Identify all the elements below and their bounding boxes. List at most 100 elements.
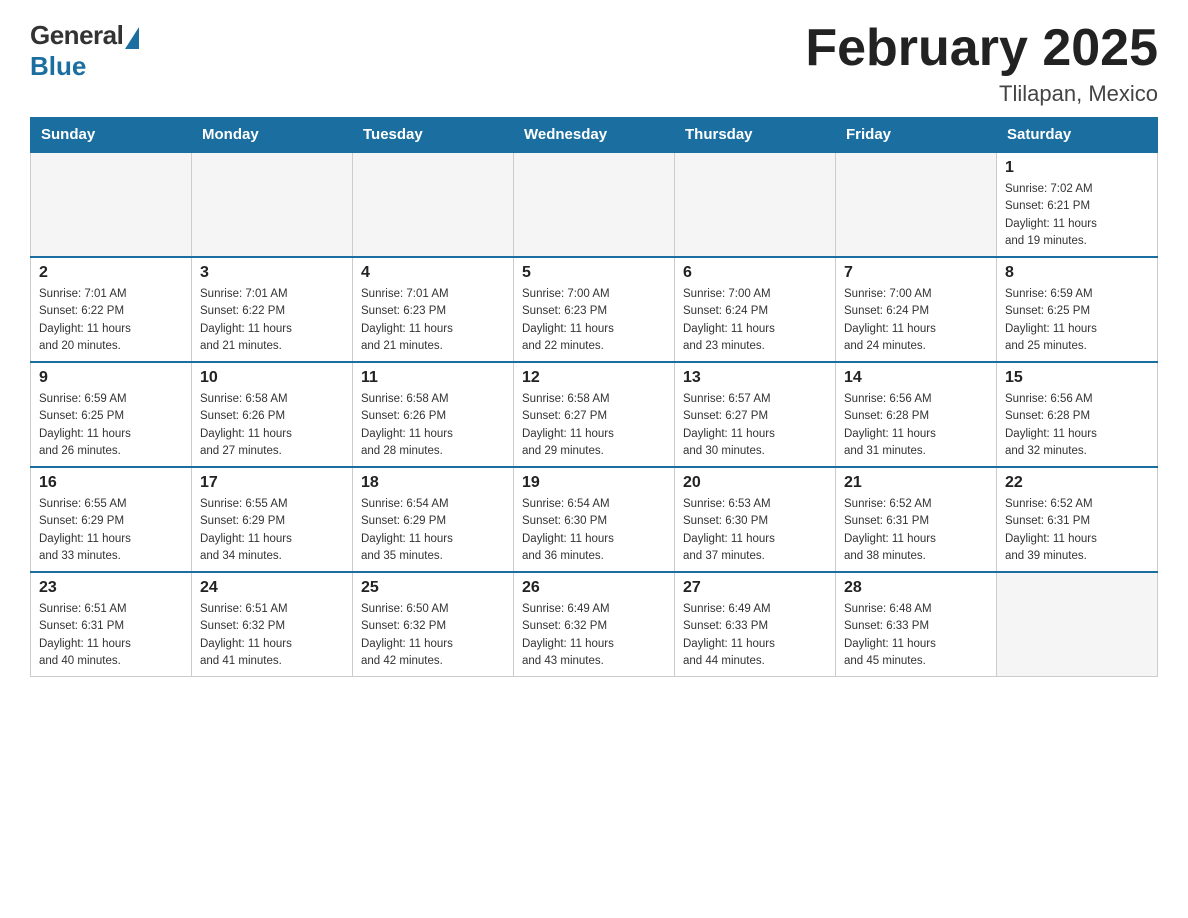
calendar-cell: 10Sunrise: 6:58 AM Sunset: 6:26 PM Dayli… [192, 362, 353, 467]
day-number: 19 [522, 474, 666, 492]
day-info: Sunrise: 6:56 AM Sunset: 6:28 PM Dayligh… [1005, 391, 1149, 460]
day-info: Sunrise: 6:55 AM Sunset: 6:29 PM Dayligh… [39, 496, 183, 565]
weekday-header-friday: Friday [836, 118, 997, 153]
logo: General Blue [30, 20, 139, 82]
calendar-cell: 12 Sunrise: 6:58 AM Sunset: 6:27 PM Dayli… [514, 362, 675, 467]
day-info: Sunrise: 7:01 AM Sunset: 6:22 PM Dayligh… [200, 286, 344, 355]
calendar-week-3: 16 Sunrise: 6:55 AM Sunset: 6:29 PM Dayli… [31, 467, 1158, 572]
day-info: Sunrise: 7:00 AM Sunset: 6:24 PM Dayligh… [683, 286, 827, 355]
day-info: Sunrise: 6:53 AM Sunset: 6:30 PM Dayligh… [683, 496, 827, 565]
calendar-cell [514, 152, 675, 257]
day-number: 11 [361, 369, 505, 387]
calendar-cell: 20 Sunrise: 6:53 AM Sunset: 6:30 PM Dayli… [675, 467, 836, 572]
day-number: 18 [361, 474, 505, 492]
calendar-cell: 11 Sunrise: 6:58 AM Sunset: 6:26 PM Dayli… [353, 362, 514, 467]
calendar-cell: 24 Sunrise: 6:51 AM Sunset: 6:32 PM Dayli… [192, 572, 353, 677]
day-number: 4 [361, 264, 505, 282]
calendar-cell: 6 Sunrise: 7:00 AM Sunset: 6:24 PM Daylig… [675, 257, 836, 362]
calendar-cell: 9Sunrise: 6:59 AM Sunset: 6:25 PM Daylig… [31, 362, 192, 467]
calendar-cell: 1 Sunrise: 7:02 AM Sunset: 6:21 PM Daylig… [997, 152, 1158, 257]
calendar-week-4: 23 Sunrise: 6:51 AM Sunset: 6:31 PM Dayli… [31, 572, 1158, 677]
calendar-cell: 25Sunrise: 6:50 AM Sunset: 6:32 PM Dayli… [353, 572, 514, 677]
day-info: Sunrise: 6:56 AM Sunset: 6:28 PM Dayligh… [844, 391, 988, 460]
calendar-cell: 18 Sunrise: 6:54 AM Sunset: 6:29 PM Dayli… [353, 467, 514, 572]
day-info: Sunrise: 6:49 AM Sunset: 6:32 PM Dayligh… [522, 601, 666, 670]
day-number: 13 [683, 369, 827, 387]
weekday-header-tuesday: Tuesday [353, 118, 514, 153]
day-info: Sunrise: 6:57 AM Sunset: 6:27 PM Dayligh… [683, 391, 827, 460]
weekday-header-wednesday: Wednesday [514, 118, 675, 153]
weekday-header-sunday: Sunday [31, 118, 192, 153]
calendar-table: SundayMondayTuesdayWednesdayThursdayFrid… [30, 117, 1158, 677]
day-number: 12 [522, 369, 666, 387]
calendar-week-1: 2 Sunrise: 7:01 AM Sunset: 6:22 PM Daylig… [31, 257, 1158, 362]
day-number: 16 [39, 474, 183, 492]
day-number: 23 [39, 579, 183, 597]
day-number: 22 [1005, 474, 1149, 492]
calendar-week-2: 9Sunrise: 6:59 AM Sunset: 6:25 PM Daylig… [31, 362, 1158, 467]
day-number: 5 [522, 264, 666, 282]
day-number: 8 [1005, 264, 1149, 282]
day-info: Sunrise: 6:54 AM Sunset: 6:29 PM Dayligh… [361, 496, 505, 565]
day-number: 7 [844, 264, 988, 282]
calendar-cell: 2 Sunrise: 7:01 AM Sunset: 6:22 PM Daylig… [31, 257, 192, 362]
calendar-cell: 23 Sunrise: 6:51 AM Sunset: 6:31 PM Dayli… [31, 572, 192, 677]
calendar-cell: 8 Sunrise: 6:59 AM Sunset: 6:25 PM Daylig… [997, 257, 1158, 362]
weekday-header-monday: Monday [192, 118, 353, 153]
day-info: Sunrise: 6:59 AM Sunset: 6:25 PM Dayligh… [1005, 286, 1149, 355]
day-number: 2 [39, 264, 183, 282]
calendar-cell: 4Sunrise: 7:01 AM Sunset: 6:23 PM Daylig… [353, 257, 514, 362]
day-number: 6 [683, 264, 827, 282]
day-info: Sunrise: 6:58 AM Sunset: 6:27 PM Dayligh… [522, 391, 666, 460]
day-info: Sunrise: 6:59 AM Sunset: 6:25 PM Dayligh… [39, 391, 183, 460]
logo-blue-text: Blue [30, 51, 86, 82]
day-info: Sunrise: 6:54 AM Sunset: 6:30 PM Dayligh… [522, 496, 666, 565]
calendar-cell: 17Sunrise: 6:55 AM Sunset: 6:29 PM Dayli… [192, 467, 353, 572]
logo-general-text: General [30, 20, 123, 51]
calendar-cell: 16 Sunrise: 6:55 AM Sunset: 6:29 PM Dayli… [31, 467, 192, 572]
day-info: Sunrise: 7:00 AM Sunset: 6:23 PM Dayligh… [522, 286, 666, 355]
day-info: Sunrise: 6:58 AM Sunset: 6:26 PM Dayligh… [361, 391, 505, 460]
calendar-cell [675, 152, 836, 257]
day-number: 27 [683, 579, 827, 597]
day-number: 15 [1005, 369, 1149, 387]
day-info: Sunrise: 6:55 AM Sunset: 6:29 PM Dayligh… [200, 496, 344, 565]
day-number: 24 [200, 579, 344, 597]
calendar-cell: 14 Sunrise: 6:56 AM Sunset: 6:28 PM Dayli… [836, 362, 997, 467]
calendar-cell: 26 Sunrise: 6:49 AM Sunset: 6:32 PM Dayli… [514, 572, 675, 677]
day-info: Sunrise: 6:58 AM Sunset: 6:26 PM Dayligh… [200, 391, 344, 460]
day-info: Sunrise: 7:02 AM Sunset: 6:21 PM Dayligh… [1005, 181, 1149, 250]
day-number: 28 [844, 579, 988, 597]
day-info: Sunrise: 6:52 AM Sunset: 6:31 PM Dayligh… [1005, 496, 1149, 565]
calendar-cell [836, 152, 997, 257]
day-info: Sunrise: 6:48 AM Sunset: 6:33 PM Dayligh… [844, 601, 988, 670]
page-header: General Blue February 2025 Tlilapan, Mex… [30, 20, 1158, 107]
day-number: 14 [844, 369, 988, 387]
day-number: 25 [361, 579, 505, 597]
day-info: Sunrise: 6:51 AM Sunset: 6:31 PM Dayligh… [39, 601, 183, 670]
day-info: Sunrise: 6:51 AM Sunset: 6:32 PM Dayligh… [200, 601, 344, 670]
calendar-cell [353, 152, 514, 257]
weekday-header-thursday: Thursday [675, 118, 836, 153]
calendar-cell: 7 Sunrise: 7:00 AM Sunset: 6:24 PM Daylig… [836, 257, 997, 362]
calendar-cell [997, 572, 1158, 677]
day-number: 26 [522, 579, 666, 597]
day-info: Sunrise: 7:00 AM Sunset: 6:24 PM Dayligh… [844, 286, 988, 355]
location: Tlilapan, Mexico [805, 81, 1158, 107]
calendar-cell: 27 Sunrise: 6:49 AM Sunset: 6:33 PM Dayli… [675, 572, 836, 677]
day-info: Sunrise: 6:49 AM Sunset: 6:33 PM Dayligh… [683, 601, 827, 670]
calendar-cell [31, 152, 192, 257]
weekday-row: SundayMondayTuesdayWednesdayThursdayFrid… [31, 118, 1158, 153]
month-title: February 2025 [805, 20, 1158, 77]
day-number: 1 [1005, 159, 1149, 177]
weekday-header-saturday: Saturday [997, 118, 1158, 153]
day-number: 3 [200, 264, 344, 282]
calendar-cell: 19 Sunrise: 6:54 AM Sunset: 6:30 PM Dayli… [514, 467, 675, 572]
calendar-week-0: 1 Sunrise: 7:02 AM Sunset: 6:21 PM Daylig… [31, 152, 1158, 257]
day-info: Sunrise: 6:52 AM Sunset: 6:31 PM Dayligh… [844, 496, 988, 565]
calendar-cell: 15 Sunrise: 6:56 AM Sunset: 6:28 PM Dayli… [997, 362, 1158, 467]
day-number: 20 [683, 474, 827, 492]
calendar-cell: 5 Sunrise: 7:00 AM Sunset: 6:23 PM Daylig… [514, 257, 675, 362]
day-info: Sunrise: 7:01 AM Sunset: 6:22 PM Dayligh… [39, 286, 183, 355]
calendar-cell: 22 Sunrise: 6:52 AM Sunset: 6:31 PM Dayli… [997, 467, 1158, 572]
